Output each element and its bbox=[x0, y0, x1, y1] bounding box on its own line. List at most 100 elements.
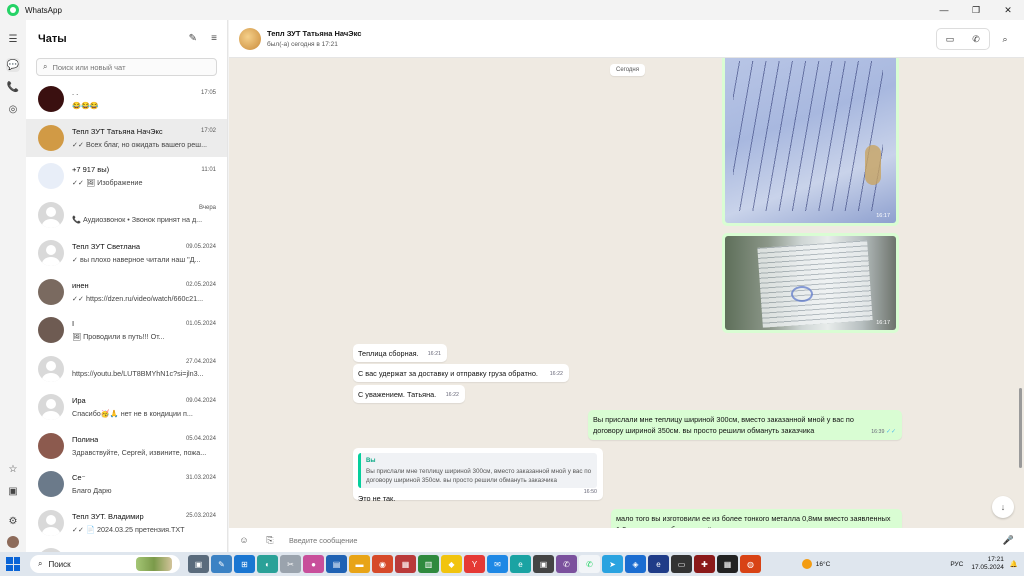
chat-list-item[interactable]: Ира 09.04.2024 Спасибо🥳🙏 нет не в кондиции… bbox=[26, 388, 227, 427]
attach-icon[interactable]: ⎘ bbox=[259, 535, 281, 546]
minimize-button[interactable]: — bbox=[928, 0, 960, 20]
message-input[interactable] bbox=[289, 535, 889, 545]
clock-date: 17.05.2024 bbox=[971, 564, 1004, 571]
app-icon[interactable]: ▦ bbox=[717, 555, 738, 573]
chat-avatar bbox=[38, 355, 64, 382]
start-button[interactable] bbox=[6, 557, 20, 571]
task-view-icon[interactable]: ▣ bbox=[188, 555, 209, 573]
message-bubble[interactable]: мало того вы изготовили ее из более тонк… bbox=[611, 509, 902, 528]
chat-list-item[interactable]: Тепл ЗУТ Светлана 09.05.2024 ✓ вы плохо на… bbox=[26, 234, 227, 273]
app-icon[interactable]: ▣ bbox=[533, 555, 554, 573]
chat-name: Тепл ЗУТ. Владимир bbox=[72, 511, 144, 521]
chat-avatar bbox=[38, 432, 64, 459]
app-icon[interactable]: ▥ bbox=[418, 555, 439, 573]
message-bubble[interactable]: Вы прислали мне теплицу шириной 300см, в… bbox=[588, 410, 902, 440]
clock[interactable]: 17:21 17.05.2024 bbox=[971, 556, 1004, 572]
settings-gear-icon[interactable]: ⚙ bbox=[6, 514, 20, 528]
search-in-chat-icon[interactable]: ⌕ bbox=[994, 34, 1016, 45]
search-input[interactable] bbox=[52, 62, 203, 72]
language-indicator[interactable]: РУС bbox=[950, 561, 963, 568]
file-explorer-icon[interactable]: ▬ bbox=[349, 555, 370, 573]
message-bubble[interactable]: Теплица сборная. 16:21 bbox=[353, 344, 447, 362]
contact-status: был(-а) сегодня в 17:21 bbox=[267, 41, 338, 48]
scrollbar-thumb[interactable] bbox=[1019, 388, 1022, 468]
message-bubble[interactable]: С уважением. Татьяна. 16:22 bbox=[353, 385, 465, 403]
app-icon[interactable]: ✎ bbox=[211, 555, 232, 573]
app-icon[interactable]: ▭ bbox=[671, 555, 692, 573]
app-icon[interactable]: e bbox=[648, 555, 669, 573]
image-message[interactable]: 16:17 bbox=[722, 58, 899, 226]
yandex-icon[interactable]: Y bbox=[464, 555, 485, 573]
telegram-icon[interactable]: ➤ bbox=[602, 555, 623, 573]
contact-avatar[interactable] bbox=[239, 27, 261, 50]
chat-time: 31.03.2024 bbox=[185, 474, 216, 481]
app-icon[interactable]: ◆ bbox=[441, 555, 462, 573]
chat-list-item[interactable]: Вчера 📞 Аудиозвонок • Звонок принят на д.… bbox=[26, 196, 227, 235]
calls-icon[interactable]: 📞 bbox=[6, 80, 20, 94]
message-text: С уважением. Татьяна. bbox=[358, 390, 437, 399]
chat-avatar bbox=[38, 201, 64, 228]
app-icon[interactable]: ◉ bbox=[372, 555, 393, 573]
app-icon[interactable]: ◐ bbox=[257, 555, 278, 573]
chat-list-item[interactable]: Тепл Крыма Роман24.01.2024 bbox=[26, 542, 227, 552]
notifications-icon[interactable]: 🔔 bbox=[1010, 560, 1018, 568]
search-box[interactable]: ⌕ bbox=[36, 58, 217, 76]
chat-list-item[interactable]: . . 17:05 😂😂😂 bbox=[26, 80, 227, 119]
chat-time: 09.05.2024 bbox=[185, 243, 216, 250]
weather-widget[interactable]: 16°C bbox=[801, 559, 830, 569]
viber-icon[interactable]: ✆ bbox=[556, 555, 577, 573]
chat-list-item[interactable]: I 01.05.2024 🖼 Проводили в путь!!! От... bbox=[26, 311, 227, 350]
app-icon[interactable]: ✚ bbox=[694, 555, 715, 573]
microphone-icon[interactable]: 🎤 bbox=[1003, 535, 1014, 546]
filter-icon[interactable]: ≡ bbox=[211, 33, 217, 44]
chat-list-item[interactable]: 27.04.2024 https://youtu.be/LUT8BMYhN1c?s… bbox=[26, 350, 227, 389]
mail-icon[interactable]: ✉ bbox=[487, 555, 508, 573]
chat-preview: Здравствуйте, Сергей, извините, пожа... bbox=[72, 447, 207, 457]
chat-name: Тепл ЗУТ Татьяна НачЭкс bbox=[72, 126, 163, 136]
chat-list-item[interactable]: Тепл ЗУТ. Владимир 25.03.2024 ✓✓ 📄 2024.03… bbox=[26, 504, 227, 543]
maximize-button[interactable]: ❐ bbox=[960, 0, 992, 20]
emoji-icon[interactable]: ☺ bbox=[233, 535, 255, 545]
edge-icon[interactable]: e bbox=[510, 555, 531, 573]
reply-message-bubble[interactable]: Вы Вы прислали мне теплицу шириной 300см… bbox=[353, 448, 603, 503]
app-icon[interactable]: ▦ bbox=[395, 555, 416, 573]
chat-name: Се⁻ bbox=[72, 473, 86, 483]
taskbar-search[interactable]: ⌕ Поиск bbox=[30, 555, 180, 573]
chat-list-header: Чаты ✎ ≡ bbox=[26, 20, 227, 58]
chat-list-item[interactable]: Полина 05.04.2024 Здравствуйте, Сергей, из… bbox=[26, 427, 227, 466]
chat-name: . . bbox=[72, 88, 79, 98]
conversation-header[interactable]: Тепл ЗУТ Татьяна НачЭкс был(-а) сегодня … bbox=[229, 20, 1024, 58]
quoted-message[interactable]: Вы Вы прислали мне теплицу шириной 300см… bbox=[358, 453, 597, 488]
handwritten-note-photo[interactable]: 16:17 bbox=[725, 58, 896, 223]
contact-name[interactable]: Тепл ЗУТ Татьяна НачЭкс bbox=[267, 29, 361, 38]
voice-call-icon[interactable]: ✆ bbox=[963, 29, 989, 49]
chat-name: I bbox=[72, 319, 75, 329]
app-icon[interactable]: ◍ bbox=[740, 555, 761, 573]
menu-icon[interactable]: ☰ bbox=[6, 32, 20, 46]
message-bubble[interactable]: С вас удержат за доставку и отправку гру… bbox=[353, 364, 569, 382]
app-icon[interactable]: ◈ bbox=[625, 555, 646, 573]
scroll-down-button[interactable]: ↓ bbox=[992, 496, 1014, 518]
chat-list-item[interactable]: +7 917 вы) 11:01 ✓✓ 🖼 Изображение bbox=[26, 157, 227, 196]
image-message[interactable]: 16:17 bbox=[722, 233, 899, 333]
document-photo[interactable]: 16:17 bbox=[725, 236, 896, 330]
app-icon[interactable]: ⊞ bbox=[234, 555, 255, 573]
chat-list-item[interactable]: Се⁻ 31.03.2024 Благо Дарю bbox=[26, 465, 227, 504]
whatsapp-taskbar-icon[interactable]: ✆ bbox=[579, 555, 600, 573]
chats-icon[interactable]: 💬 bbox=[6, 58, 20, 72]
chat-list-item[interactable]: инен 02.05.2024 ✓✓ https://dzen.ru/video/w… bbox=[26, 273, 227, 312]
close-button[interactable]: ✕ bbox=[992, 0, 1024, 20]
app-icon[interactable]: ✂ bbox=[280, 555, 301, 573]
chat-avatar bbox=[38, 394, 64, 421]
app-icon[interactable]: ● bbox=[303, 555, 324, 573]
archive-icon[interactable]: ▣ bbox=[6, 484, 20, 498]
chat-list-item[interactable]: Тепл ЗУТ Татьяна НачЭкс 17:02 ✓✓ Всех благ… bbox=[26, 118, 227, 157]
new-chat-icon[interactable]: ✎ bbox=[189, 33, 197, 44]
profile-avatar[interactable] bbox=[7, 536, 19, 548]
video-call-icon[interactable]: ▭ bbox=[937, 29, 963, 49]
chat-preview: Спасибо🥳🙏 нет не в кондиции п... bbox=[72, 409, 193, 419]
app-icon[interactable]: ▤ bbox=[326, 555, 347, 573]
message-time: 16:21 bbox=[427, 350, 441, 357]
starred-icon[interactable]: ☆ bbox=[6, 462, 20, 476]
status-icon[interactable]: ◎ bbox=[6, 102, 20, 116]
